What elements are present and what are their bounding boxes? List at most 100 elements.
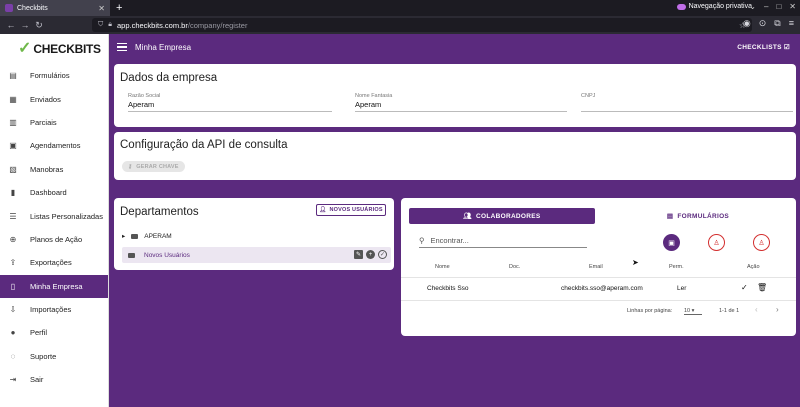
- hamburger-menu-icon[interactable]: [117, 43, 127, 51]
- back-icon[interactable]: ←: [4, 20, 18, 30]
- tree-child-label: Novos Usuários: [144, 251, 190, 259]
- tab-collaborators[interactable]: 👥︎ COLABORADORES: [409, 208, 595, 224]
- check-circle-icon[interactable]: ✓: [378, 250, 387, 259]
- add-document-icon: ▣: [668, 239, 675, 247]
- new-users-button[interactable]: 👤︎ NOVOS USUÁRIOS: [316, 204, 386, 216]
- document-icon: ▤: [666, 213, 674, 220]
- new-tab-icon[interactable]: +: [116, 2, 122, 14]
- import-icon: ⇩: [9, 305, 17, 315]
- column-header-doc[interactable]: Doc.: [509, 264, 520, 270]
- page-title: Minha Empresa: [135, 42, 192, 52]
- minimize-icon[interactable]: –: [764, 2, 768, 11]
- cnpj-field[interactable]: CNPJ: [581, 93, 793, 112]
- collaborators-card: 👥︎ COLABORADORES ▤ FORMULÁRIOS ⚲ Encontr…: [401, 198, 796, 336]
- company-icon: ▯: [10, 281, 16, 291]
- tree-row-novos-usuarios[interactable]: Novos Usuários ✎ + ✓: [122, 247, 391, 263]
- extension-icon[interactable]: ◉: [743, 18, 751, 29]
- sidebar-item-minha-empresa[interactable]: ▯ Minha Empresa: [0, 274, 108, 298]
- target-icon: ⊕: [9, 234, 17, 244]
- nome-fantasia-field[interactable]: Nome Fantasia Aperam: [355, 93, 567, 112]
- rows-per-page-select[interactable]: 10 ▾: [684, 308, 702, 315]
- maximize-icon[interactable]: □: [776, 2, 781, 11]
- close-tab-icon[interactable]: ✕: [98, 4, 105, 13]
- chat-icon: ◌: [10, 351, 16, 361]
- api-card: Configuração da API de consulta ⚷ GERAR …: [114, 132, 796, 180]
- sidebar-item-parciais[interactable]: ▥ Parciais: [0, 111, 108, 134]
- add-user-button[interactable]: ♙: [708, 234, 725, 251]
- remove-user-button[interactable]: ♙: [753, 234, 770, 251]
- dashboard-icon: ▮: [10, 188, 16, 198]
- app-header: Minha Empresa CHECKLISTS ☑: [109, 34, 800, 60]
- expand-arrow-icon[interactable]: ▸: [122, 232, 125, 240]
- form-icon: ▤: [9, 71, 17, 81]
- close-window-icon[interactable]: ✕: [789, 2, 796, 11]
- razao-social-label: Razão Social: [128, 93, 161, 99]
- sidebar-item-planos[interactable]: ⊕ Planos de Ação: [0, 228, 108, 251]
- folder-icon: [128, 252, 135, 258]
- tree-row-aperam[interactable]: ▸ APERAM: [122, 228, 172, 244]
- row-name: Checkbits Sso: [427, 285, 469, 292]
- column-header-perm[interactable]: Perm.: [669, 264, 684, 270]
- extensions-puzzle-icon[interactable]: ⧉: [774, 18, 780, 29]
- column-header-name[interactable]: Nome: [435, 264, 450, 270]
- add-form-button[interactable]: ▣: [663, 234, 680, 251]
- address-bar[interactable]: ⛉ 🔒︎ app.checkbits.com.br/company/regist…: [92, 18, 752, 32]
- private-indicator: Navegação privativa: [676, 3, 752, 10]
- column-header-email[interactable]: Email: [589, 264, 603, 270]
- sidebar-item-perfil[interactable]: ● Perfil: [0, 321, 108, 344]
- folder-icon: [131, 233, 139, 239]
- add-user-icon: 👤︎: [319, 207, 327, 213]
- sidebar-item-listas[interactable]: ☰ Listas Personalizadas: [0, 204, 108, 227]
- sidebar-item-suporte[interactable]: ◌ Suporte: [0, 345, 108, 368]
- brand-logo[interactable]: ✓ CHECKBITS: [0, 34, 108, 64]
- sidebar-item-sair[interactable]: ⇥ Sair: [0, 368, 108, 391]
- url-host: app.checkbits.com.br: [116, 20, 188, 30]
- sidebar-item-dashboard[interactable]: ▮ Dashboard: [0, 181, 108, 204]
- razao-social-field[interactable]: Razão Social Aperam: [128, 93, 332, 112]
- logo-check-icon: ✓: [18, 40, 32, 57]
- tab-forms[interactable]: ▤ FORMULÁRIOS: [605, 208, 791, 224]
- pagination-range: 1-1 de 1: [719, 308, 740, 314]
- tree-root-label: APERAM: [144, 232, 172, 240]
- forward-icon[interactable]: →: [18, 20, 32, 30]
- sidebar-item-agendamentos[interactable]: ▣ Agendamentos: [0, 134, 108, 157]
- sidebar-item-formularios[interactable]: ▤ Formulários: [0, 64, 108, 87]
- logout-icon: ⇥: [9, 375, 17, 385]
- menu-icon[interactable]: ≡: [789, 18, 794, 29]
- row-perm: Ler: [677, 285, 687, 292]
- favicon-icon: [5, 4, 13, 12]
- window-controls: ⌄ – □ ✕: [749, 2, 796, 11]
- search-placeholder: Encontrar...: [430, 236, 469, 245]
- departments-title: Departamentos: [120, 206, 199, 218]
- edit-icon[interactable]: ✎: [354, 250, 363, 259]
- generate-key-button[interactable]: ⚷ GERAR CHAVE: [122, 161, 185, 172]
- lock-icon: 🔒︎: [108, 21, 112, 28]
- sidebar-item-exportacoes[interactable]: ⇪ Exportações: [0, 251, 108, 274]
- prev-page-icon[interactable]: ‹: [755, 305, 758, 314]
- sidebar-item-importacoes[interactable]: ⇩ Importações: [0, 298, 108, 321]
- person-remove-icon: ♙: [758, 239, 765, 247]
- row-email: checkbits.sso@aperam.com: [561, 285, 643, 292]
- checklists-button[interactable]: CHECKLISTS ☑: [737, 43, 790, 51]
- column-header-action: Ação: [747, 264, 760, 270]
- search-field[interactable]: ⚲ Encontrar...: [419, 234, 587, 248]
- browser-tab[interactable]: Checkbits ✕: [0, 0, 110, 16]
- dropdown-arrow-icon: ▾: [691, 308, 695, 314]
- maneuver-icon: ▧: [9, 164, 17, 174]
- browser-tabbar: Checkbits ✕ + Navegação privativa ⌄ – □ …: [0, 0, 800, 16]
- reload-icon[interactable]: ↻: [32, 20, 46, 31]
- delete-icon[interactable]: 🗑︎: [757, 283, 767, 292]
- add-circle-icon[interactable]: +: [366, 250, 375, 259]
- sidebar-item-manobras[interactable]: ▧ Manobras: [0, 158, 108, 181]
- group-icon: 👥︎: [463, 213, 472, 220]
- calendar-icon: ▣: [9, 141, 17, 151]
- sidebar-item-enviados[interactable]: ▦ Enviados: [0, 87, 108, 110]
- tab-list-icon[interactable]: ⌄: [749, 2, 756, 11]
- api-card-title: Configuração da API de consulta: [120, 139, 288, 151]
- brand-name: CHECKBITS: [33, 42, 101, 56]
- nome-fantasia-value: Aperam: [355, 100, 382, 109]
- profile-icon[interactable]: ⊙: [759, 18, 767, 29]
- razao-social-value: Aperam: [128, 100, 155, 109]
- approve-icon[interactable]: ✓: [741, 283, 748, 292]
- next-page-icon[interactable]: ›: [776, 305, 779, 314]
